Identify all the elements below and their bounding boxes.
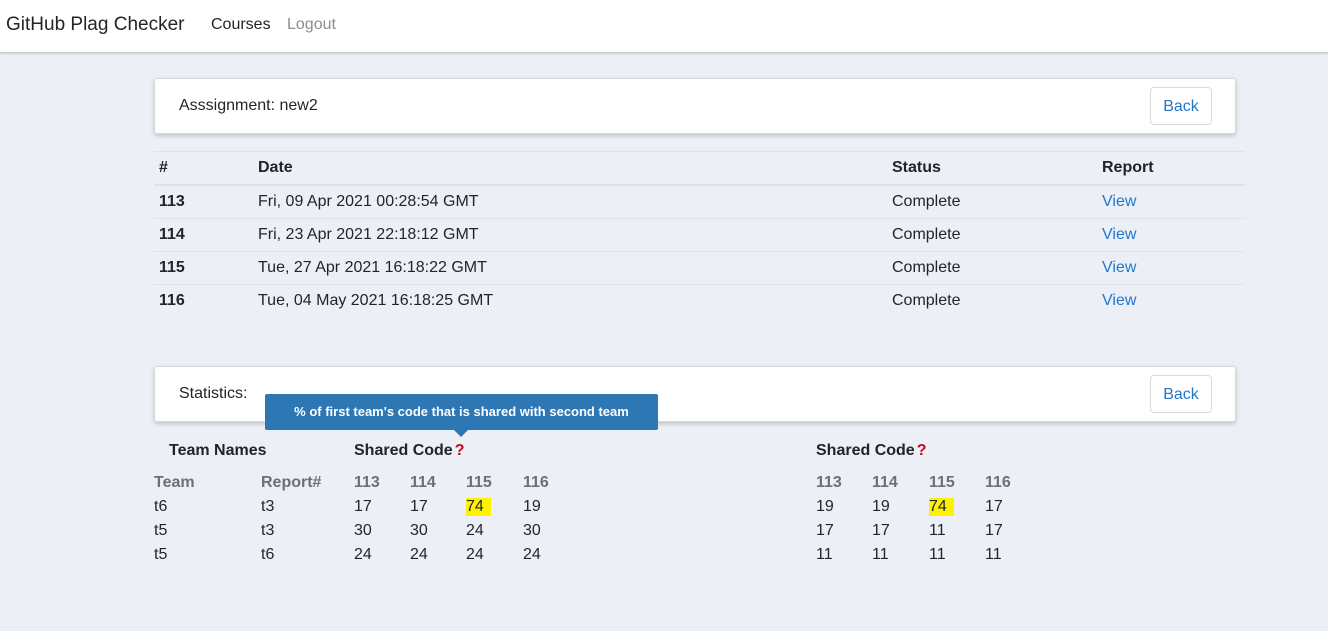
shared-code-tooltip: % of first team's code that is shared wi… [265,394,658,430]
team-name: t5 [154,522,168,539]
statistics-title: Statistics: [179,385,248,402]
shared-value: 19 [816,498,834,515]
table-row: 116 Tue, 04 May 2021 16:18:25 GMT Comple… [154,285,1245,318]
assignment-title: Asssignment: new2 [179,97,318,114]
report-id-label: 116 [985,474,1011,491]
report-id-label: 115 [466,474,492,491]
view-report-link[interactable]: View [1102,259,1136,276]
shared-value-highlighted: 74 [466,498,491,516]
shared-value: 24 [523,546,541,563]
shared-code-heading-label: Shared Code [816,442,915,459]
team-name: t6 [154,498,168,515]
run-status: Complete [887,251,1097,285]
run-date: Tue, 27 Apr 2021 16:18:22 GMT [253,251,887,285]
shared-value: 17 [985,498,1003,515]
shared-code-heading-label: Shared Code [354,442,453,459]
shared-value: 17 [354,498,372,515]
run-date: Fri, 23 Apr 2021 22:18:12 GMT [253,218,887,252]
question-icon[interactable]: ? [455,442,465,459]
team-name: t5 [154,546,168,563]
shared-value: 11 [985,546,1002,563]
shared-value: 17 [410,498,428,515]
shared-value: 24 [466,522,484,539]
nav-courses-link[interactable]: Courses [211,16,271,34]
report-id-label: 115 [929,474,955,491]
shared-value: 11 [929,546,946,563]
run-date: Fri, 09 Apr 2021 00:28:54 GMT [253,185,887,219]
tooltip-arrow [454,430,468,437]
paired-team-name: t3 [261,522,275,539]
view-report-link[interactable]: View [1102,193,1136,210]
shared-value: 24 [466,546,484,563]
report-id-label: 116 [523,474,549,491]
team-names-heading: Team Names [169,442,267,459]
run-id: 116 [159,292,185,309]
team-column-label: Team [154,474,195,491]
header-report: Report [1097,151,1245,186]
table-row: 115 Tue, 27 Apr 2021 16:18:22 GMT Comple… [154,251,1245,285]
shared-value: 17 [985,522,1003,539]
run-status: Complete [887,185,1097,219]
run-status: Complete [892,292,961,309]
run-id: 113 [154,185,253,219]
report-id-label: 113 [816,474,842,491]
shared-code-heading: Shared Code? [354,442,464,460]
shared-value: 30 [410,522,428,539]
runs-table-header: # Date Status Report [154,151,1245,186]
run-status: Complete [887,218,1097,252]
runs-table: # Date Status Report 113 Fri, 09 Apr 202… [154,151,1245,317]
header-date: Date [253,151,887,186]
shared-value: 17 [872,522,890,539]
shared-value: 30 [354,522,372,539]
back-button[interactable]: Back [1150,375,1212,413]
nav-logout-link[interactable]: Logout [287,16,336,34]
shared-value: 17 [816,522,834,539]
table-row: 114 Fri, 23 Apr 2021 22:18:12 GMT Comple… [154,218,1245,252]
shared-value: 11 [872,546,889,563]
assignment-card: Asssignment: new2 Back [154,78,1236,134]
back-button[interactable]: Back [1150,87,1212,125]
run-id: 114 [154,218,253,252]
shared-value: 19 [872,498,890,515]
report-id-label: 114 [410,474,436,491]
view-report-link[interactable]: View [1102,226,1136,243]
paired-team-name: t3 [261,498,275,515]
shared-value: 30 [523,522,541,539]
top-navbar: GitHub Plag Checker Courses Logout [0,0,1328,53]
shared-value: 24 [410,546,428,563]
report-id-label: 113 [354,474,380,491]
table-row: 113 Fri, 09 Apr 2021 00:28:54 GMT Comple… [154,185,1245,219]
paired-team-name: t6 [261,546,275,563]
shared-value: 19 [523,498,541,515]
shared-value: 24 [354,546,372,563]
shared-value: 11 [929,522,946,539]
header-status: Status [887,151,1097,186]
view-report-link[interactable]: View [1102,292,1136,309]
run-id: 115 [154,251,253,285]
app-brand[interactable]: GitHub Plag Checker [6,14,184,36]
shared-code-heading-2: Shared Code? [816,442,926,460]
run-date: Tue, 04 May 2021 16:18:25 GMT [258,292,494,309]
header-id: # [154,151,253,186]
shared-value: 11 [816,546,833,563]
report-id-label: 114 [872,474,898,491]
report-column-label: Report# [261,474,322,491]
shared-value-highlighted: 74 [929,498,954,516]
question-icon[interactable]: ? [917,442,927,459]
